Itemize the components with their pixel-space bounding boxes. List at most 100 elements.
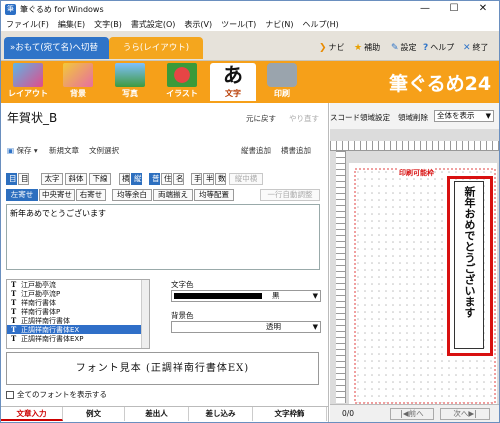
font-list-scrollbar[interactable]	[141, 280, 149, 348]
minimize-button[interactable]: —	[411, 1, 439, 18]
barcode-button[interactable]: スコード	[330, 112, 360, 123]
menu-bar: ファイル(F) 編集(E) 文字(B) 書式設定(O) 表示(V) ツール(T)…	[1, 18, 499, 31]
area-setting-button[interactable]: 領域設定	[360, 112, 390, 123]
area-delete-button[interactable]: 領域削除	[398, 112, 428, 123]
add-vertical-button[interactable]: 縦書追加	[241, 145, 271, 156]
text-tool[interactable]: あ 文字	[210, 63, 256, 101]
number-button[interactable]: 数	[215, 173, 226, 185]
truetype-icon: T	[11, 334, 17, 343]
next-page-button[interactable]: 次へ▶|	[440, 408, 490, 420]
prev-icon: |◀	[400, 409, 409, 418]
tab-sender[interactable]: 差出人	[125, 407, 189, 421]
menu-navi[interactable]: ナビ(N)	[265, 19, 293, 30]
truetype-icon: T	[11, 325, 17, 334]
font-item[interactable]: T 祥南行書体P	[7, 307, 149, 316]
navi-icon: ❯	[319, 42, 327, 53]
name-button[interactable]: 名	[173, 173, 184, 185]
tab-text-input[interactable]: 文章入力	[1, 407, 63, 421]
assist-button[interactable]: ★ 補助	[354, 42, 380, 53]
maximize-button[interactable]: ☐	[440, 1, 468, 18]
auto-line-adjust-button[interactable]: 一行自動調整	[260, 189, 320, 201]
font-item-selected[interactable]: T 正調祥南行書体EX	[7, 325, 149, 334]
align-center-button[interactable]: 中央寄せ	[39, 189, 75, 201]
chevron-down-icon: ▼	[312, 323, 318, 331]
navi-button[interactable]: ❯ ナビ	[319, 42, 345, 53]
tab-frame-decor[interactable]: 文字枠飾	[253, 407, 327, 421]
photo-tool[interactable]: 写真	[107, 63, 153, 101]
undo-button[interactable]: 元に戻す	[246, 113, 276, 124]
font-item[interactable]: T 江戸勘亭流P	[7, 289, 149, 298]
print-tool[interactable]: 印刷	[259, 63, 305, 101]
tate-chu-yoko-button[interactable]: 縦中横	[229, 173, 263, 185]
tab-example[interactable]: 例文	[63, 407, 125, 421]
italic-button[interactable]: 斜体	[65, 173, 87, 185]
menu-help[interactable]: ヘルプ(H)	[303, 19, 339, 30]
justify-button[interactable]: 両端揃え	[153, 189, 193, 201]
prev-page-button[interactable]: |◀前へ	[390, 408, 434, 420]
half-button[interactable]: 半	[203, 173, 214, 185]
align-left-button[interactable]: 左寄せ	[6, 189, 38, 201]
star-icon: ★	[354, 42, 363, 53]
save-button[interactable]: ▣ 保存 ▾	[7, 145, 38, 156]
printable-area-label: 印刷可能枠	[399, 168, 434, 178]
vertical-greeting-text: 新年おめでとうございます	[463, 186, 476, 318]
bg-color-select[interactable]: 透明 ▼	[171, 321, 321, 333]
font-item[interactable]: T 正調祥南行書体EXP	[7, 334, 149, 343]
exit-button[interactable]: ✕ 終了	[463, 42, 489, 53]
menu-view[interactable]: 表示(V)	[184, 19, 212, 30]
hand-button[interactable]: 手	[191, 173, 202, 185]
redo-button[interactable]: やり直す	[289, 113, 319, 124]
tab-back-layout[interactable]: うら(レイアウト)	[109, 37, 203, 59]
bold-button[interactable]: 太字	[41, 173, 63, 185]
select-example-button[interactable]: 文例選択	[89, 145, 119, 156]
question-icon: ?	[423, 42, 429, 53]
document-title: 年賀状_B	[7, 111, 58, 125]
vertical-ruler	[336, 151, 346, 403]
tab-merge[interactable]: 差し込み	[189, 407, 253, 421]
close-button[interactable]: ✕	[469, 1, 497, 18]
horizontal-ruler	[330, 141, 499, 151]
wrench-icon: ✎	[391, 42, 399, 53]
font-item[interactable]: T 祥南行書体	[7, 298, 149, 307]
truetype-icon: T	[11, 307, 17, 316]
add-horizontal-button[interactable]: 横書追加	[281, 145, 311, 156]
fmt-eye2-button[interactable]: 目	[18, 173, 29, 185]
status-bar: 0/0 |◀前へ 次へ▶|	[330, 404, 499, 422]
underline-button[interactable]: 下線	[89, 173, 111, 185]
truetype-icon: T	[11, 316, 17, 325]
show-all-fonts-checkbox[interactable]: 全てのフォントを表示する	[6, 389, 107, 400]
new-text-button[interactable]: 新規文章	[49, 145, 79, 156]
page-counter: 0/0	[342, 409, 355, 418]
settings-button[interactable]: ✎ 設定	[391, 42, 417, 53]
even-margin-button[interactable]: 均等余白	[112, 189, 152, 201]
address-button[interactable]: 住	[161, 173, 172, 185]
text-color-select[interactable]: 黒 ▼	[171, 290, 321, 302]
vertical-button[interactable]: 縦	[131, 173, 142, 185]
close-x-icon: ✕	[463, 42, 471, 53]
text-input-area[interactable]: 新年あめでとうございます	[6, 204, 320, 270]
distribute-button[interactable]: 均等配置	[194, 189, 234, 201]
fmt-eye1-button[interactable]: 目	[6, 173, 17, 185]
truetype-icon: T	[11, 289, 17, 298]
truetype-icon: T	[11, 298, 17, 307]
menu-edit[interactable]: 編集(E)	[58, 19, 85, 30]
horizontal-button[interactable]: 横	[119, 173, 130, 185]
font-list[interactable]: T 江戸勘亭流 T 江戸勘亭流P T 祥南行書体 T 祥南行書体P T 正調祥南行書体 T…	[6, 279, 150, 349]
font-item[interactable]: T 江戸勘亭流	[7, 280, 149, 289]
next-icon: ▶|	[468, 409, 477, 418]
menu-format[interactable]: 書式設定(O)	[131, 19, 176, 30]
menu-file[interactable]: ファイル(F)	[6, 19, 49, 30]
normal-button[interactable]: 普	[149, 173, 160, 185]
align-right-button[interactable]: 右寄せ	[76, 189, 106, 201]
menu-text[interactable]: 文字(B)	[94, 19, 122, 30]
layout-tool[interactable]: レイアウト	[5, 63, 51, 101]
font-preview: フォント見本 (正調祥南行書体EX)	[6, 352, 319, 385]
zoom-select[interactable]: 全体を表示 ▼	[434, 110, 494, 122]
menu-tools[interactable]: ツール(T)	[221, 19, 256, 30]
chevron-down-icon: ▼	[485, 112, 491, 120]
illustration-tool[interactable]: イラスト	[159, 63, 205, 101]
help-button[interactable]: ? ヘルプ	[423, 42, 454, 53]
font-item[interactable]: T 正調祥南行書体	[7, 316, 149, 325]
background-tool[interactable]: 背景	[55, 63, 101, 101]
tab-front-switch[interactable]: »おもて(宛て名)へ切替	[4, 37, 109, 59]
